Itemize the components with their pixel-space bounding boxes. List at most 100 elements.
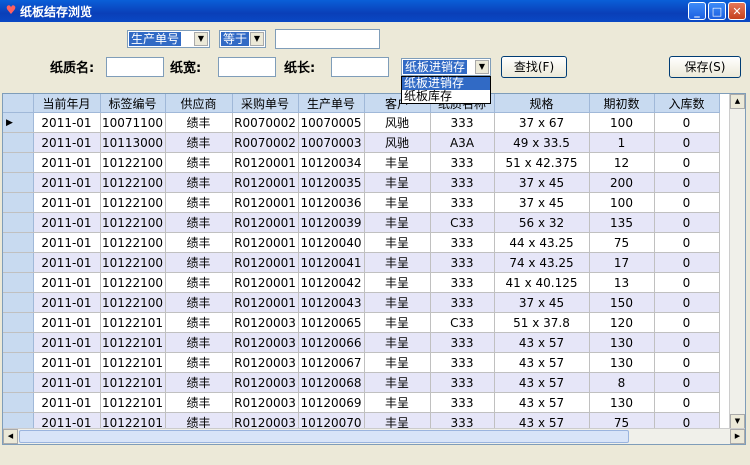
table-cell[interactable]: 37 x 45 [494, 192, 590, 213]
table-cell[interactable]: 丰呈 [364, 252, 431, 273]
table-cell[interactable]: 绩丰 [165, 352, 233, 373]
table-cell[interactable]: 333 [430, 172, 495, 193]
maximize-button[interactable]: □ [708, 2, 726, 20]
table-cell[interactable]: 丰呈 [364, 292, 431, 313]
table-cell[interactable]: 333 [430, 252, 495, 273]
table-cell[interactable]: 10120034 [298, 152, 365, 173]
filter-value-input[interactable] [275, 29, 380, 49]
row-selector[interactable] [3, 152, 34, 173]
table-cell[interactable]: 37 x 45 [494, 292, 590, 313]
table-cell[interactable]: 10070003 [298, 132, 365, 153]
table-row[interactable]: ▶ 2011-01 10071100 绩丰 R0070002 10070005 风驰 333 3… [3, 112, 720, 133]
column-header[interactable]: 标签编号 [100, 94, 166, 113]
table-cell[interactable]: 10120068 [298, 372, 365, 393]
table-cell[interactable]: 10120040 [298, 232, 365, 253]
view-select[interactable]: 纸板进销存 ▼ [401, 58, 491, 76]
table-cell[interactable]: 0 [654, 372, 720, 393]
vertical-scrollbar[interactable]: ▲ ▼ [729, 94, 745, 429]
save-button[interactable]: 保存(S) [669, 56, 741, 78]
table-row[interactable]: 2011-01 10122101 绩丰 R0120003 10120068 丰呈 333 43… [3, 372, 720, 393]
table-cell[interactable]: R0120003 [232, 392, 299, 413]
table-cell[interactable]: 2011-01 [33, 272, 101, 293]
scroll-down-icon[interactable]: ▼ [730, 414, 745, 429]
table-row[interactable]: 2011-01 10122101 绩丰 R0120003 10120065 丰呈 C33 51… [3, 312, 720, 333]
column-header[interactable]: 采购单号 [232, 94, 299, 113]
table-cell[interactable]: 17 [589, 252, 655, 273]
table-row[interactable]: 2011-01 10122101 绩丰 R0120003 10120067 丰呈 333 43… [3, 352, 720, 373]
table-cell[interactable]: 10122100 [100, 172, 166, 193]
table-cell[interactable]: 10122100 [100, 152, 166, 173]
operator-select[interactable]: 等于 ▼ [219, 30, 266, 48]
paper-name-input[interactable] [106, 57, 164, 77]
table-cell[interactable]: 0 [654, 312, 720, 333]
table-cell[interactable]: 10122100 [100, 192, 166, 213]
table-cell[interactable]: 10120065 [298, 312, 365, 333]
table-cell[interactable]: 10122100 [100, 292, 166, 313]
row-selector[interactable] [3, 172, 34, 193]
paper-width-input[interactable] [218, 57, 276, 77]
scroll-up-icon[interactable]: ▲ [730, 94, 745, 109]
table-cell[interactable]: 10122100 [100, 252, 166, 273]
table-cell[interactable]: 43 x 57 [494, 352, 590, 373]
table-row[interactable]: 2011-01 10122100 绩丰 R0120001 10120043 丰呈 333 37… [3, 292, 720, 313]
table-cell[interactable]: 0 [654, 272, 720, 293]
table-cell[interactable]: 10120036 [298, 192, 365, 213]
table-cell[interactable]: 丰呈 [364, 352, 431, 373]
table-cell[interactable]: 0 [654, 232, 720, 253]
table-cell[interactable]: 130 [589, 352, 655, 373]
row-selector[interactable] [3, 392, 34, 413]
table-cell[interactable]: 2011-01 [33, 132, 101, 153]
table-cell[interactable]: 43 x 57 [494, 372, 590, 393]
table-cell[interactable]: 2011-01 [33, 312, 101, 333]
table-cell[interactable]: R0120003 [232, 352, 299, 373]
table-row[interactable]: 2011-01 10122100 绩丰 R0120001 10120041 丰呈 333 74… [3, 252, 720, 273]
column-header[interactable]: 入库数 [654, 94, 720, 113]
table-cell[interactable]: 333 [430, 332, 495, 353]
table-cell[interactable]: 0 [654, 192, 720, 213]
data-grid[interactable]: 当前年月标签编号供应商采购单号生产单号客户纸质名称规格期初数入库数 ▶2011-… [2, 93, 746, 445]
field-select[interactable]: 生产单号 ▼ [127, 30, 210, 48]
table-cell[interactable]: 10120066 [298, 332, 365, 353]
table-cell[interactable]: R0120001 [232, 152, 299, 173]
table-cell[interactable]: 333 [430, 112, 495, 133]
table-cell[interactable]: 10122100 [100, 212, 166, 233]
table-cell[interactable]: 0 [654, 152, 720, 173]
row-selector[interactable] [3, 372, 34, 393]
table-row[interactable]: 2011-01 10122101 绩丰 R0120003 10120069 丰呈 333 43… [3, 392, 720, 413]
table-cell[interactable]: 丰呈 [364, 312, 431, 333]
table-cell[interactable]: 10122101 [100, 312, 166, 333]
chevron-down-icon[interactable]: ▼ [475, 60, 489, 74]
table-cell[interactable]: R0070002 [232, 112, 299, 133]
row-selector[interactable] [3, 212, 34, 233]
table-cell[interactable]: 丰呈 [364, 172, 431, 193]
table-cell[interactable]: 12 [589, 152, 655, 173]
table-row[interactable]: 2011-01 10122100 绩丰 R0120001 10120036 丰呈 333 37… [3, 192, 720, 213]
table-row[interactable]: 2011-01 10122100 绩丰 R0120001 10120035 丰呈 333 37… [3, 172, 720, 193]
table-cell[interactable]: 10122100 [100, 232, 166, 253]
table-cell[interactable]: 0 [654, 252, 720, 273]
table-cell[interactable]: 绩丰 [165, 152, 233, 173]
table-cell[interactable]: 绩丰 [165, 312, 233, 333]
view-option[interactable]: 纸板库存 [402, 90, 490, 103]
table-cell[interactable]: 10070005 [298, 112, 365, 133]
table-cell[interactable]: 130 [589, 332, 655, 353]
table-cell[interactable]: 0 [654, 132, 720, 153]
horizontal-scroll-thumb[interactable] [19, 430, 629, 443]
table-cell[interactable]: 丰呈 [364, 232, 431, 253]
table-cell[interactable]: R0070002 [232, 132, 299, 153]
row-selector[interactable] [3, 332, 34, 353]
table-cell[interactable]: 2011-01 [33, 352, 101, 373]
table-cell[interactable]: 10120067 [298, 352, 365, 373]
table-cell[interactable]: 绩丰 [165, 232, 233, 253]
table-cell[interactable]: 绩丰 [165, 372, 233, 393]
table-cell[interactable]: 绩丰 [165, 272, 233, 293]
table-cell[interactable]: 2011-01 [33, 252, 101, 273]
table-cell[interactable]: 丰呈 [364, 392, 431, 413]
table-cell[interactable]: 8 [589, 372, 655, 393]
table-cell[interactable]: 绩丰 [165, 212, 233, 233]
table-cell[interactable]: 0 [654, 172, 720, 193]
row-selector[interactable] [3, 192, 34, 213]
table-cell[interactable]: R0120001 [232, 292, 299, 313]
table-row[interactable]: 2011-01 10113000 绩丰 R0070002 10070003 风驰 A3A 49… [3, 132, 720, 153]
table-cell[interactable]: R0120001 [232, 192, 299, 213]
